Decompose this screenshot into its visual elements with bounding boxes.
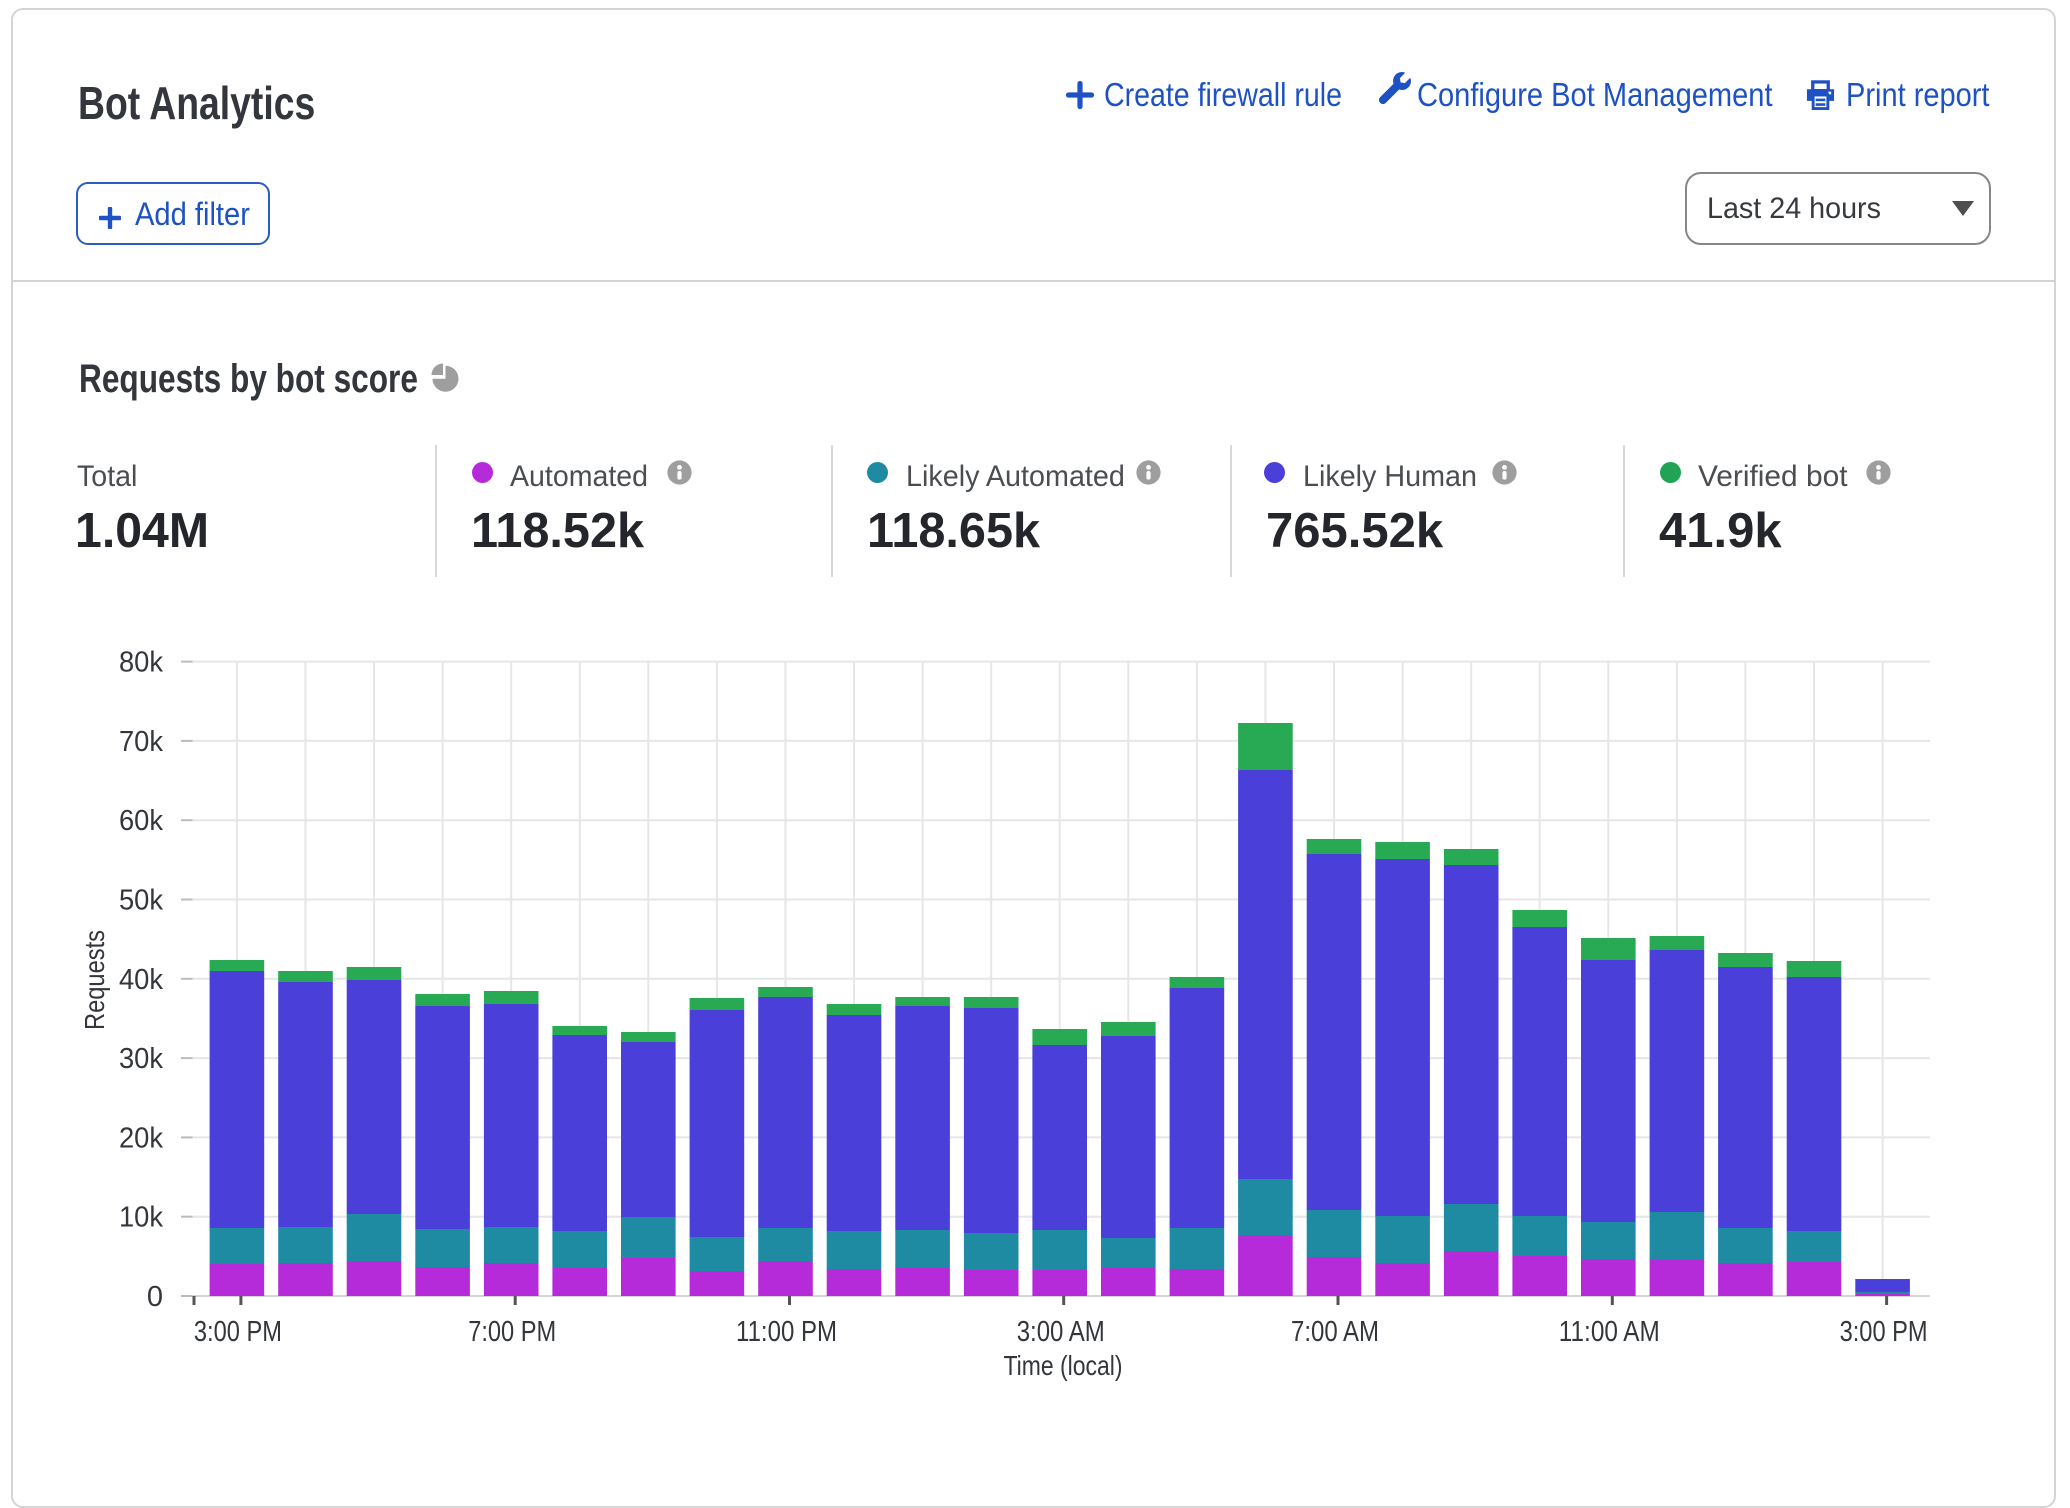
svg-text:80k: 80k xyxy=(119,647,163,679)
svg-text:7:00 PM: 7:00 PM xyxy=(468,1316,556,1348)
svg-text:3:00 PM: 3:00 PM xyxy=(194,1316,282,1348)
svg-text:Time (local): Time (local) xyxy=(1004,1350,1123,1381)
svg-text:11:00 AM: 11:00 AM xyxy=(1559,1316,1660,1348)
svg-text:70k: 70k xyxy=(119,726,163,758)
svg-text:30k: 30k xyxy=(119,1043,163,1075)
svg-text:0: 0 xyxy=(147,1281,163,1313)
svg-text:60k: 60k xyxy=(119,805,163,837)
svg-text:50k: 50k xyxy=(119,885,163,917)
svg-text:11:00 PM: 11:00 PM xyxy=(736,1316,837,1348)
svg-text:10k: 10k xyxy=(119,1202,163,1234)
svg-text:3:00 PM: 3:00 PM xyxy=(1840,1316,1928,1348)
svg-text:3:00 AM: 3:00 AM xyxy=(1017,1316,1105,1348)
svg-text:20k: 20k xyxy=(119,1122,163,1154)
svg-text:40k: 40k xyxy=(119,964,163,996)
svg-text:Requests: Requests xyxy=(79,930,110,1030)
svg-text:7:00 AM: 7:00 AM xyxy=(1291,1316,1379,1348)
